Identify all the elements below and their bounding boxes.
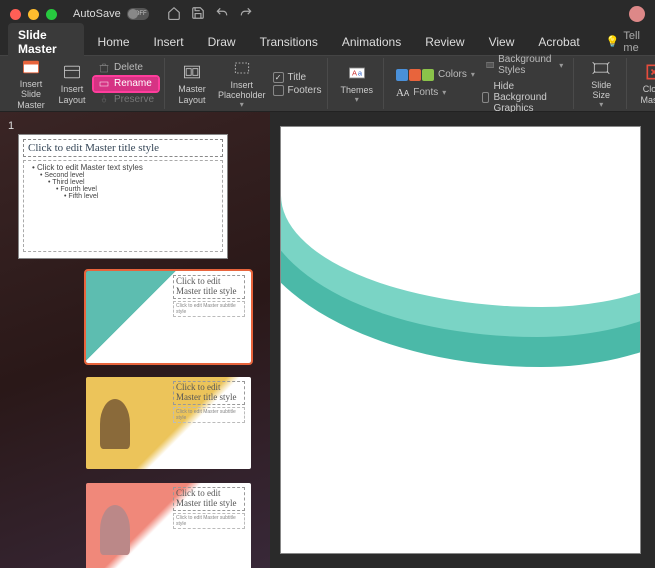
tab-animations[interactable]: Animations <box>332 30 411 54</box>
ribbon-group-master-layout: Master Layout Insert Placeholder Title F… <box>167 58 328 109</box>
themes-icon: Aa <box>347 63 367 83</box>
tell-me-label: Tell me <box>623 30 647 54</box>
ribbon-tabs: Slide Master Home Insert Draw Transition… <box>0 28 655 56</box>
insert-layout-button[interactable]: Insert Layout <box>53 60 91 107</box>
slide-canvas[interactable] <box>280 126 641 554</box>
master-body-placeholder: • Click to edit Master text styles • Sec… <box>23 160 223 252</box>
checkbox-icon <box>273 85 284 96</box>
minimize-window-button[interactable] <box>28 9 39 20</box>
fonts-button[interactable]: AA Fonts <box>392 86 479 100</box>
fonts-icon: AA <box>396 87 409 99</box>
tab-insert[interactable]: Insert <box>144 30 194 54</box>
ribbon-group-close: Close Master <box>629 58 655 109</box>
slide-size-button[interactable]: Slide Size <box>582 56 620 112</box>
delete-icon <box>98 62 110 74</box>
footers-checkbox[interactable]: Footers <box>273 85 322 96</box>
titlebar: AutoSave OFF <box>0 0 655 28</box>
tab-review[interactable]: Review <box>415 30 474 54</box>
close-window-button[interactable] <box>10 9 21 20</box>
quick-access-toolbar <box>167 6 253 23</box>
layout-thumbnail-2[interactable]: Click to edit Master title style Click t… <box>86 377 251 469</box>
slide-master-icon <box>21 57 41 77</box>
undo-icon[interactable] <box>215 6 229 23</box>
tab-view[interactable]: View <box>479 30 525 54</box>
themes-button[interactable]: Aa Themes <box>336 61 377 107</box>
home-icon[interactable] <box>167 6 181 23</box>
background-styles-button[interactable]: Background Styles <box>482 53 567 77</box>
svg-text:A: A <box>352 68 357 77</box>
tab-draw[interactable]: Draw <box>198 30 246 54</box>
autosave-toggle[interactable]: AutoSave OFF <box>73 8 149 20</box>
rename-button[interactable]: Rename <box>94 77 158 91</box>
slide-thumbnail-panel[interactable]: 1 Click to edit Master title style • Cli… <box>0 112 270 568</box>
ribbon-group-background: Colors AA Fonts Background Styles Hide B… <box>386 58 574 109</box>
title-checkbox[interactable]: Title <box>273 72 322 83</box>
rename-icon <box>98 78 110 90</box>
background-styles-icon <box>486 59 494 71</box>
layout-thumbnail-1[interactable]: Click to edit Master title style Click t… <box>86 271 251 363</box>
placeholder-icon <box>232 58 252 78</box>
tab-home[interactable]: Home <box>88 30 140 54</box>
colors-button[interactable]: Colors <box>392 68 479 82</box>
checkbox-checked-icon <box>273 72 284 83</box>
workspace: 1 Click to edit Master title style • Cli… <box>0 112 655 568</box>
layout-thumbnails: Click to edit Master title style Click t… <box>6 271 264 568</box>
master-title-placeholder: Click to edit Master title style <box>23 139 223 157</box>
layout-icon <box>62 62 82 82</box>
insert-placeholder-button[interactable]: Insert Placeholder <box>214 56 270 112</box>
colors-icon <box>396 69 434 81</box>
slide-number: 1 <box>8 120 264 132</box>
ribbon-group-edit-master: Insert Slide Master Insert Layout Delete… <box>6 58 165 109</box>
autosave-label: AutoSave <box>73 8 121 20</box>
tell-me-search[interactable]: 💡 Tell me <box>606 30 647 54</box>
master-slide-thumbnail[interactable]: Click to edit Master title style • Click… <box>18 134 228 259</box>
ribbon-group-themes: Aa Themes <box>330 58 384 109</box>
pin-icon <box>98 94 110 106</box>
ribbon: Insert Slide Master Insert Layout Delete… <box>0 56 655 112</box>
window-controls <box>10 9 57 20</box>
layout-thumbnail-3[interactable]: Click to edit Master title style Click t… <box>86 483 251 568</box>
maximize-window-button[interactable] <box>46 9 57 20</box>
save-icon[interactable] <box>191 6 205 23</box>
profile-avatar-icon[interactable] <box>629 6 645 22</box>
person-image-icon <box>100 399 130 449</box>
toggle-off-icon: OFF <box>127 8 149 20</box>
lightbulb-icon: 💡 <box>606 35 620 48</box>
close-icon <box>644 62 655 82</box>
tab-transitions[interactable]: Transitions <box>250 30 328 54</box>
insert-slide-master-button[interactable]: Insert Slide Master <box>12 55 50 112</box>
tab-acrobat[interactable]: Acrobat <box>528 30 589 54</box>
delete-button[interactable]: Delete <box>94 61 158 75</box>
master-layout-icon <box>182 62 202 82</box>
redo-icon[interactable] <box>239 6 253 23</box>
master-layout-button[interactable]: Master Layout <box>173 60 211 107</box>
person-image-icon <box>100 505 130 555</box>
slide-canvas-area[interactable] <box>270 112 655 568</box>
hide-background-checkbox[interactable]: Hide Background Graphics <box>482 81 567 114</box>
checkbox-icon <box>482 92 490 103</box>
slide-size-icon <box>591 58 611 78</box>
preserve-button[interactable]: Preserve <box>94 93 158 107</box>
close-master-button[interactable]: Close Master <box>635 60 655 107</box>
ribbon-group-size: Slide Size <box>576 58 627 109</box>
